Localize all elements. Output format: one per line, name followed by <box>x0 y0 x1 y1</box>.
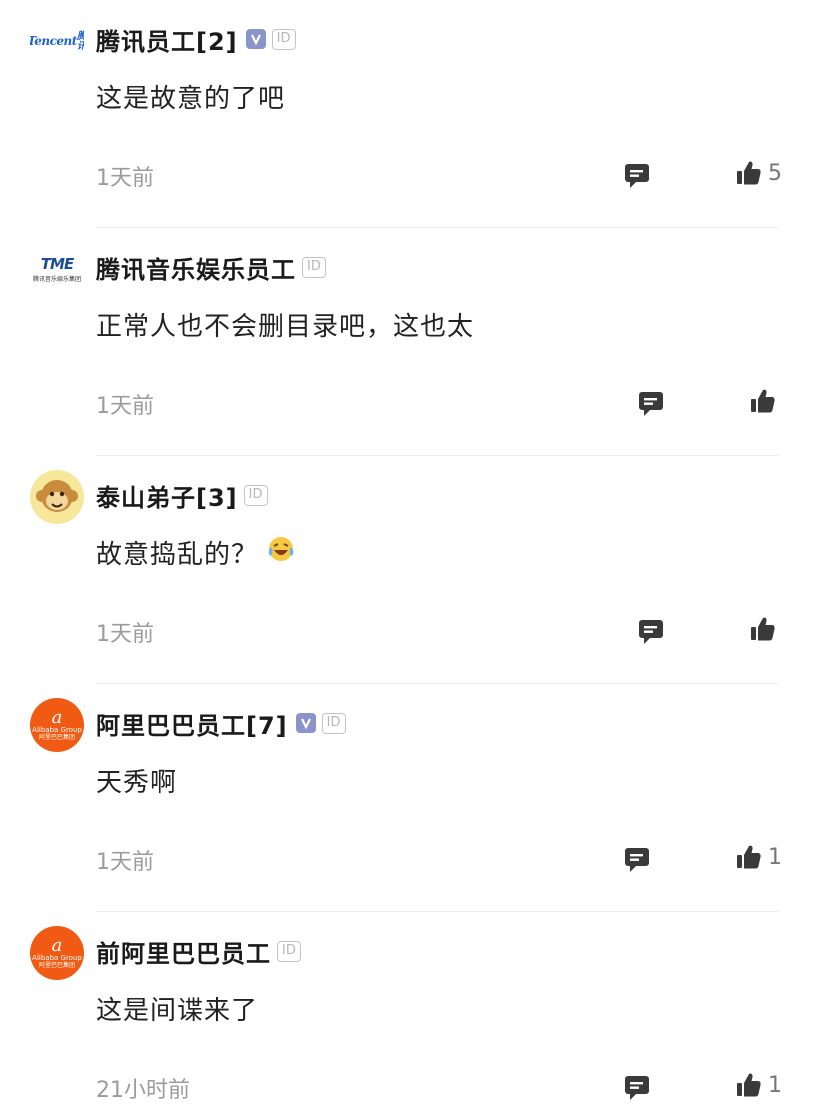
like-button[interactable]: 1 <box>736 844 782 870</box>
username[interactable]: 腾讯员工[2] <box>96 22 238 57</box>
avatar-alibaba-logo[interactable]: a Alibaba Group 阿里巴巴集团 <box>30 926 84 980</box>
like-button[interactable]: 1 <box>736 1072 782 1098</box>
comment-text: 故意捣乱的？ <box>96 540 259 570</box>
logo-text: Alibaba Group <box>32 725 82 734</box>
logo-text: Alibaba Group <box>32 953 82 962</box>
comment-item: Tencent 腾讯 腾讯员工[2] ID 这是故意的了吧 1天前 5 <box>0 0 820 228</box>
username[interactable]: 腾讯音乐娱乐员工 <box>96 250 296 285</box>
id-badge: ID <box>321 712 346 734</box>
comment-time: 21小时前 <box>96 1078 190 1103</box>
like-button[interactable]: 5 <box>736 160 782 186</box>
logo-text: Tencent <box>30 34 77 48</box>
like-button[interactable] <box>750 616 776 642</box>
verified-v-icon <box>245 29 266 49</box>
alibaba-a-icon: a <box>51 706 63 728</box>
comment-text: 这是间谍来了 <box>96 996 259 1026</box>
like-count: 1 <box>768 1072 782 1098</box>
comment-header: 阿里巴巴员工[7] ID <box>96 706 346 740</box>
avatar-tme-logo[interactable]: TME 腾讯音乐娱乐集团 <box>30 242 84 296</box>
comment-text: 天秀啊 <box>96 768 178 798</box>
id-badge: ID <box>271 28 296 50</box>
avatar-monkey[interactable] <box>30 470 84 524</box>
comment-text: 正常人也不会删目录吧，这也太 <box>96 312 475 342</box>
reply-button[interactable] <box>624 1074 650 1102</box>
comment-bubble-icon <box>625 164 649 188</box>
thumbs-up-icon <box>737 1073 761 1097</box>
comment-header: 泰山弟子[3] ID <box>96 478 268 512</box>
comment-time: 1天前 <box>96 850 154 875</box>
thumbs-up-icon <box>737 845 761 869</box>
laughing-crying-emoji-icon <box>266 534 296 571</box>
logo-text: 阿里巴巴集团 <box>38 733 75 741</box>
comment-text-row: 故意捣乱的？ <box>96 534 296 571</box>
logo-text: 腾讯音乐娱乐集团 <box>32 276 81 283</box>
comment-text: 这是故意的了吧 <box>96 84 286 114</box>
username[interactable]: 泰山弟子[3] <box>96 478 238 513</box>
reply-button[interactable] <box>638 390 664 418</box>
comment-header: 腾讯音乐娱乐员工 ID <box>96 250 326 284</box>
avatar-alibaba-logo[interactable]: a Alibaba Group 阿里巴巴集团 <box>30 698 84 752</box>
logo-text: TME <box>40 255 74 273</box>
alibaba-a-icon: a <box>51 934 63 956</box>
logo-text: 阿里巴巴集团 <box>38 961 75 969</box>
comment-item: a Alibaba Group 阿里巴巴集团 阿里巴巴员工[7] ID 天秀啊 … <box>0 684 820 912</box>
reply-button[interactable] <box>624 162 650 190</box>
logo-text: 腾讯 <box>77 31 84 52</box>
comment-header: 前阿里巴巴员工 ID <box>96 934 301 968</box>
comment-item: 泰山弟子[3] ID 故意捣乱的？ 1天前 <box>0 456 820 684</box>
avatar-tencent-logo[interactable]: Tencent 腾讯 <box>30 14 84 68</box>
comment-bubble-icon <box>639 392 663 416</box>
comment-item: TME 腾讯音乐娱乐集团 腾讯音乐娱乐员工 ID 正常人也不会删目录吧，这也太 … <box>0 228 820 456</box>
thumbs-up-icon <box>737 161 761 185</box>
thumbs-up-icon <box>751 389 775 413</box>
username[interactable]: 前阿里巴巴员工 <box>96 934 271 969</box>
thumbs-up-icon <box>751 617 775 641</box>
reply-button[interactable] <box>624 846 650 874</box>
like-button[interactable] <box>750 388 776 414</box>
comment-bubble-icon <box>625 1076 649 1100</box>
comment-bubble-icon <box>625 848 649 872</box>
monkey-face-icon <box>36 480 78 512</box>
comment-time: 1天前 <box>96 166 154 191</box>
comment-time: 1天前 <box>96 622 154 647</box>
id-badge: ID <box>243 484 268 506</box>
id-badge: ID <box>302 256 326 278</box>
comment-time: 1天前 <box>96 394 154 419</box>
comment-header: 腾讯员工[2] ID <box>96 22 296 56</box>
like-count: 1 <box>768 844 782 870</box>
comment-bubble-icon <box>639 620 663 644</box>
verified-v-icon <box>295 713 316 733</box>
comment-item: a Alibaba Group 阿里巴巴集团 前阿里巴巴员工 ID 这是间谍来了… <box>0 912 820 1120</box>
username[interactable]: 阿里巴巴员工[7] <box>96 706 288 741</box>
reply-button[interactable] <box>638 618 664 646</box>
like-count: 5 <box>768 160 782 186</box>
id-badge: ID <box>277 940 301 962</box>
